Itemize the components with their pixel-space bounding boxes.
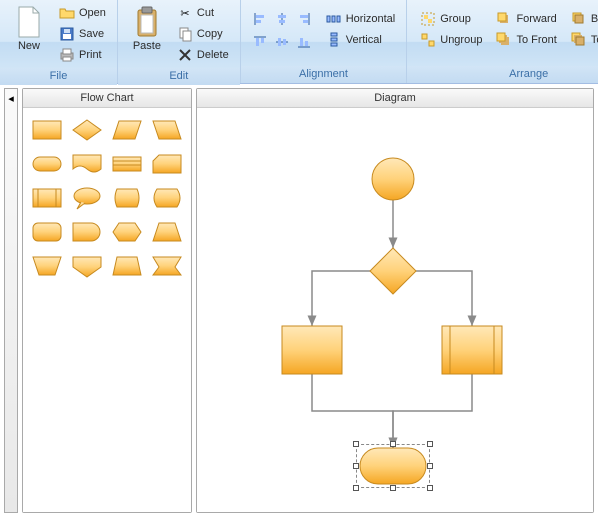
group-file: New Open Save Print File [0, 0, 118, 83]
folder-open-icon [59, 5, 75, 21]
align-middle-icon [274, 34, 290, 50]
dist-vertical-button[interactable]: Vertical [321, 30, 401, 50]
new-button[interactable]: New [6, 3, 52, 55]
chevron-left-icon: ◂ [8, 92, 14, 105]
selection-handle[interactable] [353, 441, 359, 447]
connector[interactable] [312, 271, 370, 326]
align-center-button[interactable] [271, 9, 293, 29]
palette-title: Flow Chart [23, 89, 191, 108]
diagram-node-circle[interactable] [372, 158, 414, 200]
group-arrange: Group Ungroup Forward To Front Backward … [407, 0, 598, 83]
selection-handle[interactable] [390, 441, 396, 447]
group-label-edit: Edit [118, 68, 240, 85]
palette-shape-half-round[interactable] [69, 218, 105, 246]
align-middle-button[interactable] [271, 32, 293, 52]
palette-shape-trap-down[interactable] [29, 252, 65, 280]
backward-button[interactable]: Backward [566, 9, 598, 29]
connector[interactable] [393, 374, 472, 448]
copy-button[interactable]: Copy [172, 24, 234, 44]
to-back-button[interactable]: To Back [566, 30, 598, 50]
palette-collapse-button[interactable]: ◂ [4, 88, 18, 513]
group-edit: Paste ✂Cut Copy Delete Edit [118, 0, 241, 83]
palette-body [23, 108, 191, 512]
palette-shape-diamond[interactable] [69, 116, 105, 144]
clipboard-icon [131, 6, 163, 38]
palette-shape-hexagon[interactable] [109, 218, 145, 246]
palette-shape-pentagon-down[interactable] [69, 252, 105, 280]
palette-panel: Flow Chart [22, 88, 192, 513]
printer-icon [59, 47, 75, 63]
selection-handle[interactable] [390, 485, 396, 491]
delete-button[interactable]: Delete [172, 45, 234, 65]
group-icon [420, 11, 436, 27]
palette-shape-storage[interactable] [109, 184, 145, 212]
align-top-icon [252, 34, 268, 50]
selection-handle[interactable] [353, 485, 359, 491]
palette-shape-document[interactable] [69, 150, 105, 178]
ungroup-icon [420, 32, 436, 48]
cut-button[interactable]: ✂Cut [172, 3, 234, 23]
palette-shape-callout[interactable] [69, 184, 105, 212]
palette-shape-card[interactable] [149, 150, 185, 178]
palette-shape-predefined[interactable] [29, 184, 65, 212]
bring-front-icon [496, 32, 512, 48]
selection-handle[interactable] [427, 463, 433, 469]
diagram-panel: Diagram [196, 88, 594, 513]
align-bottom-button[interactable] [293, 32, 315, 52]
align-bottom-icon [296, 34, 312, 50]
diagram-node-rect[interactable] [282, 326, 342, 374]
align-left-button[interactable] [249, 9, 271, 29]
palette-shape-terminator[interactable] [29, 150, 65, 178]
palette-shape-multidoc[interactable] [109, 150, 145, 178]
connector[interactable] [312, 374, 393, 448]
print-button[interactable]: Print [54, 45, 111, 65]
workspace: ◂ Flow Chart Diagram [0, 84, 598, 517]
page-icon [13, 6, 45, 38]
ribbon: New Open Save Print File Paste ✂Cut Copy… [0, 0, 598, 84]
copy-icon [177, 26, 193, 42]
bring-forward-icon [496, 11, 512, 27]
send-back-icon [571, 32, 587, 48]
paste-button[interactable]: Paste [124, 3, 170, 55]
align-right-button[interactable] [293, 9, 315, 29]
palette-shape-trap-inv[interactable] [109, 252, 145, 280]
ungroup-button[interactable]: Ungroup [415, 30, 487, 50]
send-backward-icon [571, 11, 587, 27]
selection-handle[interactable] [427, 441, 433, 447]
selection-handle[interactable] [427, 485, 433, 491]
group-button[interactable]: Group [415, 9, 487, 29]
align-top-button[interactable] [249, 32, 271, 52]
palette-shape-chevron-down[interactable] [149, 252, 185, 280]
palette-shape-parallelogram-l[interactable] [109, 116, 145, 144]
align-left-icon [252, 11, 268, 27]
selection-box [356, 444, 430, 488]
palette-shape-parallelogram-r[interactable] [149, 116, 185, 144]
palette-shape-rounded[interactable] [29, 218, 65, 246]
diagram-node-diamond[interactable] [370, 248, 416, 294]
palette-shape-rectangle[interactable] [29, 116, 65, 144]
align-right-icon [296, 11, 312, 27]
save-button[interactable]: Save [54, 24, 111, 44]
align-center-icon [274, 11, 290, 27]
dist-horizontal-button[interactable]: Horizontal [321, 9, 401, 29]
distribute-h-icon [326, 11, 342, 27]
group-label-file: File [0, 68, 117, 85]
connector[interactable] [416, 271, 472, 326]
to-front-button[interactable]: To Front [491, 30, 561, 50]
group-alignment: Horizontal Vertical Alignment [241, 0, 408, 83]
delete-icon [177, 47, 193, 63]
diagram-title: Diagram [197, 89, 593, 108]
palette-shape-display[interactable] [149, 184, 185, 212]
group-label-arrange: Arrange [407, 66, 598, 83]
palette-shape-trap-up[interactable] [149, 218, 185, 246]
selection-handle[interactable] [353, 463, 359, 469]
diagram-canvas[interactable] [197, 108, 593, 512]
group-label-alignment: Alignment [241, 66, 407, 83]
distribute-v-icon [326, 32, 342, 48]
open-button[interactable]: Open [54, 3, 111, 23]
disk-icon [59, 26, 75, 42]
scissors-icon: ✂ [177, 5, 193, 21]
forward-button[interactable]: Forward [491, 9, 561, 29]
diagram-node-predefined[interactable] [442, 326, 502, 374]
